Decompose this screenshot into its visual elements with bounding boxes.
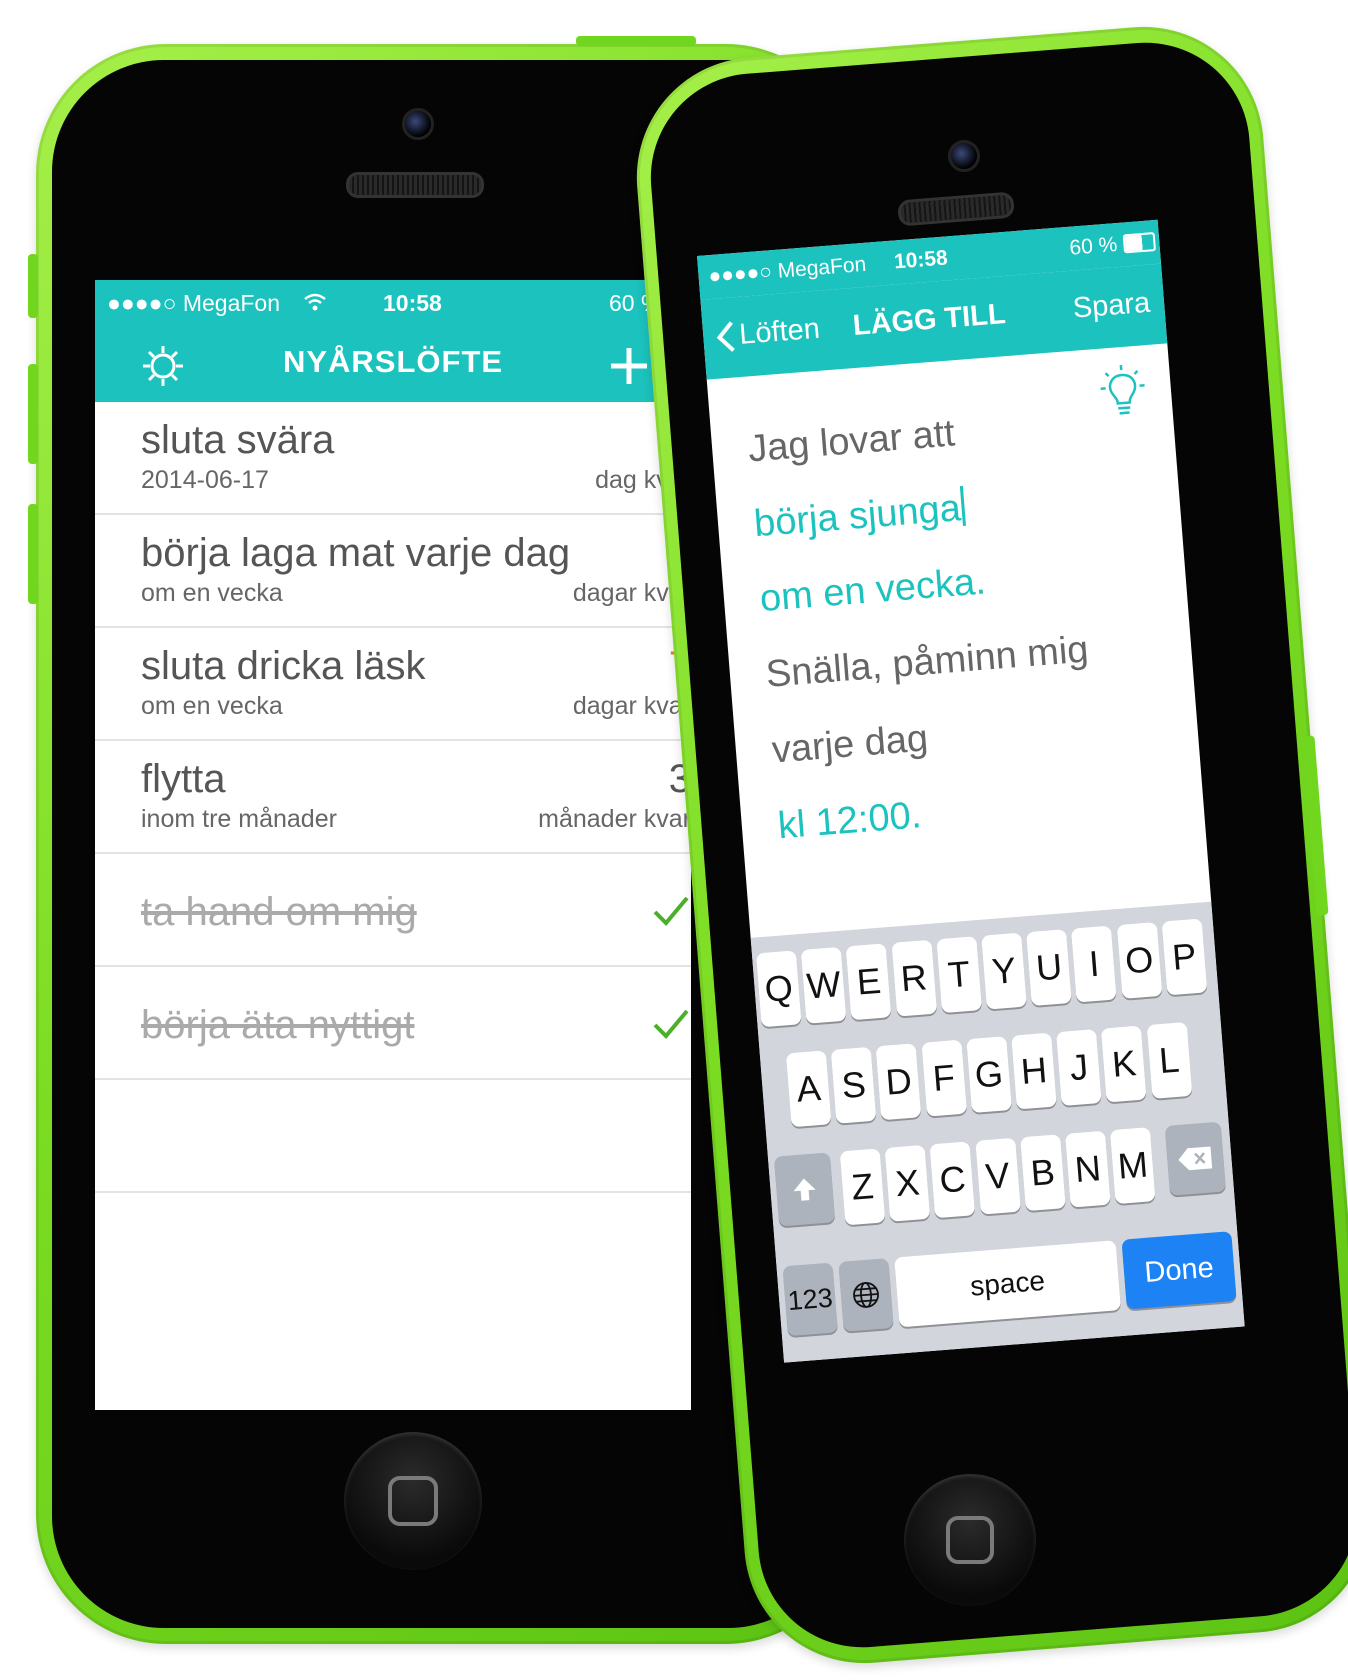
page-title: NYÅRSLÖFTE — [282, 344, 504, 379]
key-o[interactable]: O — [1116, 922, 1163, 999]
home-square-icon — [946, 1516, 994, 1564]
globe-icon — [853, 1282, 879, 1308]
key-u[interactable]: U — [1026, 929, 1072, 1007]
keyboard-row-1: QWERTYUIOP — [751, 902, 1212, 1028]
battery-percent: 60 % — [1068, 233, 1119, 260]
reminder-time[interactable]: kl 12:00. — [776, 794, 923, 848]
item-title: flytta — [141, 757, 226, 801]
clock: 10:58 — [893, 246, 949, 274]
key-f[interactable]: F — [921, 1039, 967, 1117]
key-a[interactable]: A — [785, 1050, 832, 1128]
list-item[interactable]: sluta svära 2014-06-17 1 dag kvar — [95, 402, 691, 515]
item-unit: månader kvar — [538, 805, 691, 833]
item-title: börja äta nyttigt — [141, 1003, 415, 1047]
item-title: sluta dricka läsk — [141, 644, 426, 688]
keyboard: QWERTYUIOP ASDFGHJKL ZXCVBNM 123 space D… — [750, 901, 1245, 1363]
done-key[interactable]: Done — [1121, 1231, 1237, 1310]
list-item[interactable]: flytta inom tre månader 3 månader kvar — [95, 741, 691, 854]
shift-arrow-icon — [793, 1178, 816, 1201]
key-e[interactable]: E — [846, 943, 892, 1021]
power-button — [576, 36, 696, 46]
item-title: sluta svära — [141, 418, 335, 462]
mute-switch — [28, 254, 38, 318]
volume-up-button — [28, 364, 38, 464]
checkmark-icon — [653, 896, 689, 926]
key-d[interactable]: D — [875, 1043, 922, 1121]
key-q[interactable]: Q — [755, 950, 802, 1028]
lightbulb-icon[interactable] — [1093, 361, 1153, 423]
item-subtitle: 2014-06-17 — [141, 466, 269, 494]
delete-key[interactable] — [1164, 1121, 1227, 1196]
list-item-done[interactable]: börja äta nyttigt — [95, 967, 691, 1080]
key-j[interactable]: J — [1056, 1029, 1102, 1106]
key-i[interactable]: I — [1071, 925, 1118, 1003]
pledge-intro: Jag lovar att — [746, 412, 957, 471]
left-screen: ●●●●○ MegaFon 10:58 60 % NYÅRSLÖFTE slut… — [95, 280, 691, 1410]
wifi-icon — [304, 293, 326, 311]
item-subtitle: om en vecka — [141, 579, 283, 607]
pledge-text: börja sjunga — [752, 487, 963, 546]
right-screen: ●●●●○ MegaFon 10:58 60 % Löften LÄGG TIL… — [697, 219, 1245, 1363]
numbers-key[interactable]: 123 — [782, 1262, 838, 1337]
pledge-input[interactable]: börja sjunga — [752, 485, 967, 546]
key-r[interactable]: R — [891, 939, 937, 1017]
item-subtitle: om en vecka — [141, 692, 283, 720]
battery-icon — [1122, 232, 1157, 254]
backspace-icon — [1178, 1146, 1213, 1171]
clock: 10:58 — [383, 290, 442, 316]
item-title: börja laga mat varje dag — [141, 531, 571, 575]
key-b[interactable]: B — [1019, 1134, 1066, 1212]
left-front-camera — [402, 108, 434, 140]
back-button[interactable]: Löften — [738, 313, 821, 352]
key-t[interactable]: T — [936, 936, 982, 1014]
key-v[interactable]: V — [974, 1137, 1021, 1215]
list-item[interactable]: sluta dricka läsk om en vecka 7 dagar kv… — [95, 628, 691, 741]
reminder-intro: Snälla, påminn mig — [764, 628, 1090, 696]
carrier-label: ●●●●○ MegaFon — [707, 252, 868, 289]
right-home-button[interactable] — [904, 1474, 1036, 1606]
status-bar: ●●●●○ MegaFon 10:58 60 % — [95, 280, 691, 326]
key-x[interactable]: X — [884, 1144, 931, 1222]
key-h[interactable]: H — [1011, 1032, 1057, 1110]
key-m[interactable]: M — [1110, 1127, 1156, 1205]
left-home-button[interactable] — [344, 1432, 482, 1570]
left-earpiece — [346, 172, 484, 198]
checkmark-icon — [653, 1009, 689, 1039]
key-w[interactable]: W — [800, 946, 847, 1024]
key-z[interactable]: Z — [839, 1148, 886, 1226]
globe-key[interactable] — [838, 1258, 894, 1332]
item-title: ta hand om mig — [141, 890, 417, 934]
nav-bar: NYÅRSLÖFTE — [95, 326, 691, 402]
item-unit: dagar kvar — [572, 692, 691, 720]
key-y[interactable]: Y — [981, 932, 1027, 1010]
add-icon[interactable] — [607, 344, 651, 388]
shift-key[interactable] — [773, 1152, 836, 1227]
item-subtitle: inom tre månader — [141, 805, 337, 833]
key-n[interactable]: N — [1065, 1130, 1111, 1208]
page-title: LÄGG TILL — [851, 298, 1007, 342]
key-p[interactable]: P — [1161, 918, 1208, 996]
key-s[interactable]: S — [830, 1046, 877, 1124]
right-front-camera — [948, 140, 980, 172]
carrier-label: ●●●●○ MegaFon — [107, 290, 281, 316]
volume-down-button — [28, 504, 38, 604]
list-item-done[interactable]: ta hand om mig — [95, 854, 691, 967]
key-l[interactable]: L — [1146, 1021, 1193, 1099]
chevron-left-icon[interactable] — [714, 319, 737, 354]
pledge-when[interactable]: om en vecka. — [758, 560, 987, 621]
empty-row — [95, 1080, 691, 1193]
key-g[interactable]: G — [966, 1036, 1012, 1114]
reminder-frequency[interactable]: varje dag — [770, 717, 929, 772]
space-key[interactable]: space — [894, 1240, 1122, 1328]
home-square-icon — [388, 1476, 438, 1526]
key-c[interactable]: C — [929, 1141, 976, 1219]
save-button[interactable]: Spara — [1072, 287, 1152, 326]
key-k[interactable]: K — [1101, 1025, 1147, 1103]
list-item[interactable]: börja laga mat varje dag om en vecka 7 d… — [95, 515, 691, 628]
